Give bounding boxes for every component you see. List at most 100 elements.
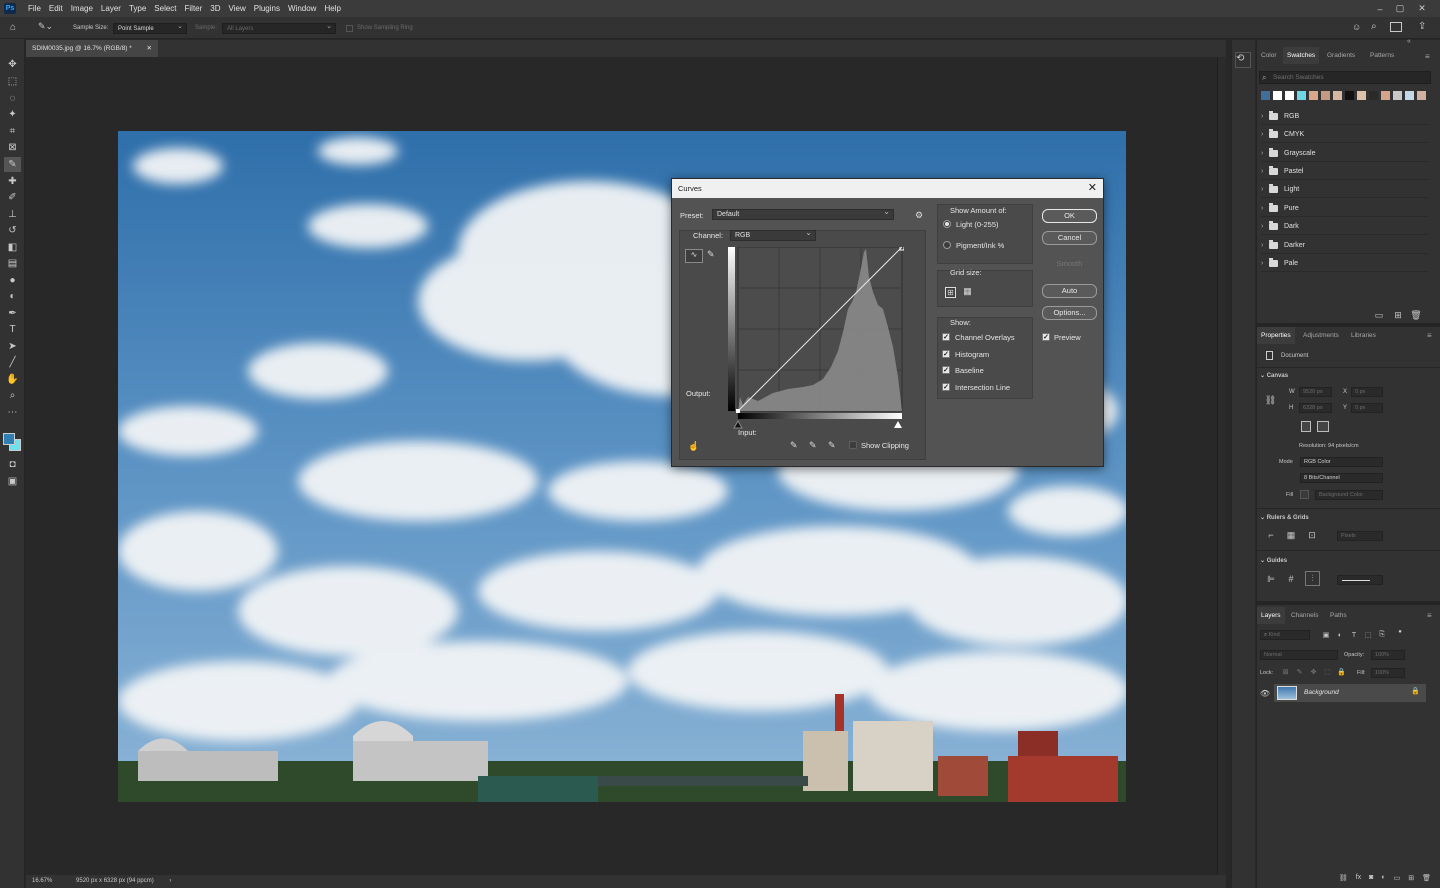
swatch-group-grayscale[interactable]: › Grayscale [1261,145,1429,162]
pen-tool-icon[interactable]: ✒ [4,306,21,321]
preset-gear-icon[interactable]: ⚙ [915,210,923,221]
simple-grid-icon[interactable]: ⊞ [945,287,956,298]
landscape-orientation-icon[interactable] [1317,421,1329,432]
menu-plugins[interactable]: Plugins [250,4,284,13]
ruler-units-select[interactable]: Pixels [1337,531,1383,541]
menu-layer[interactable]: Layer [97,4,125,13]
cancel-button[interactable]: Cancel [1042,231,1097,245]
bit-depth-select[interactable]: 8 Bits/Channel [1300,473,1383,483]
fill-select[interactable]: Background Color [1315,490,1383,500]
recent-swatch[interactable] [1417,91,1426,100]
canvas-section-title[interactable]: ⌄ Canvas [1260,372,1288,379]
menu-help[interactable]: Help [320,4,344,13]
path-selection-tool-icon[interactable]: ➤ [4,339,21,354]
tab-swatches[interactable]: Swatches [1283,47,1320,64]
tab-patterns[interactable]: Patterns [1366,47,1398,64]
layer-row-background[interactable]: Background 🔒 [1274,684,1426,702]
filter-shape-icon[interactable]: ⬚ [1363,630,1373,640]
swatch-group-cmyk[interactable]: › CMYK [1261,126,1429,143]
minimize-icon[interactable]: – [1370,0,1390,17]
filter-type-icon[interactable]: T [1349,630,1359,640]
x-field[interactable]: 0 px [1351,387,1383,397]
dialog-close-icon[interactable]: ✕ [1088,181,1097,194]
recent-swatch[interactable] [1261,91,1270,100]
preset-select[interactable]: Default [712,207,894,220]
new-adjustment-layer-icon[interactable]: ◐ [1381,874,1385,888]
new-group-icon[interactable]: ▭ [1394,874,1401,888]
blend-mode-select[interactable]: Normal [1260,650,1338,660]
swatch-group-pure[interactable]: › Pure [1261,200,1429,217]
delete-layer-icon[interactable]: 🗑 [1422,874,1431,888]
light-radio[interactable] [943,220,951,228]
auto-button[interactable]: Auto [1042,284,1097,298]
filter-toggle-icon[interactable]: ● [1396,628,1404,636]
options-button[interactable]: Options... [1042,306,1097,320]
history-brush-tool-icon[interactable]: ↺ [4,223,21,238]
tab-gradients[interactable]: Gradients [1323,47,1359,64]
share-icon[interactable]: ⇪ [1418,21,1430,33]
eyedropper-tool-icon[interactable]: ✎ [4,157,21,172]
lock-all-icon[interactable]: 🔒 [1337,667,1346,676]
zoom-level[interactable]: 16.67% [32,878,52,884]
recent-swatch[interactable] [1393,91,1402,100]
close-icon[interactable]: ✕ [1412,0,1432,17]
recent-swatch[interactable] [1405,91,1414,100]
recent-swatch[interactable] [1273,91,1282,100]
lock-image-icon[interactable]: ✎ [1295,667,1304,676]
height-field[interactable]: 6328 px [1299,403,1332,413]
filter-pixel-icon[interactable]: ▣ [1321,630,1331,640]
filter-adjustment-icon[interactable]: ◐ [1335,630,1345,640]
lock-position-icon[interactable]: ✥ [1309,667,1318,676]
guide-style-select[interactable] [1337,575,1383,585]
show-sampling-ring-checkbox[interactable] [346,25,353,32]
zoom-tool-icon[interactable]: ⌕ [4,388,21,403]
more-tools-icon[interactable]: ⋯ [4,405,21,420]
curve-point-mode-icon[interactable]: ∿ [685,249,703,263]
hand-tool-icon[interactable]: ✋ [4,372,21,387]
new-swatch-icon[interactable]: ⊞ [1393,310,1403,320]
pigment-radio[interactable] [943,241,951,249]
link-icon[interactable]: ⛓ [1265,395,1276,405]
guides-section-title[interactable]: ⌄ Guides [1260,557,1287,564]
ok-button[interactable]: OK [1042,209,1097,223]
recent-swatch[interactable] [1321,91,1330,100]
menu-filter[interactable]: Filter [181,4,207,13]
status-chevron-icon[interactable]: › [169,878,171,884]
eraser-tool-icon[interactable]: ◧ [4,240,21,255]
panel-menu-icon[interactable]: ≡ [1427,331,1432,340]
visibility-eye-icon[interactable]: 👁 [1259,688,1271,698]
tab-properties[interactable]: Properties [1257,327,1295,344]
clone-stamp-tool-icon[interactable]: ⊥ [4,207,21,222]
delete-swatch-icon[interactable]: 🗑 [1410,310,1421,320]
magic-wand-tool-icon[interactable]: ✦ [4,107,21,122]
new-layer-icon[interactable]: ⊞ [1408,874,1414,888]
line-tool-icon[interactable]: ╱ [4,355,21,370]
swatch-group-pastel[interactable]: › Pastel [1261,163,1429,180]
vertical-scrollbar[interactable] [1217,57,1226,875]
eyedropper-tool-preset-icon[interactable]: ✎⌄ [38,21,60,34]
link-layers-icon[interactable]: ⛓ [1339,874,1348,888]
intersection-line-checkbox[interactable]: ✓ [942,383,950,391]
opacity-field[interactable]: 100% [1371,650,1405,660]
pixel-grid-icon[interactable]: ⊡ [1306,529,1318,541]
grid-icon[interactable]: ▦ [1285,529,1297,541]
search-icon[interactable]: ⌕ [1371,21,1383,33]
tab-layers[interactable]: Layers [1257,607,1285,624]
layer-lock-icon[interactable]: 🔒 [1411,687,1420,695]
gradient-tool-icon[interactable]: ▤ [4,256,21,271]
baseline-checkbox[interactable]: ✓ [942,366,950,374]
lock-transparent-icon[interactable]: ⊠ [1281,667,1290,676]
add-mask-icon[interactable]: ◙ [1369,874,1373,888]
document-tab[interactable]: SDIM0035.jpg @ 16.7% (RGB/8) * ✕ [26,40,158,57]
tab-color[interactable]: Color [1257,47,1281,64]
panel-menu-icon[interactable]: ≡ [1427,611,1432,620]
type-tool-icon[interactable]: T [4,322,21,337]
tab-libraries[interactable]: Libraries [1347,327,1380,344]
collapse-panels-icon[interactable]: « [1407,38,1411,45]
menu-edit[interactable]: Edit [45,4,67,13]
healing-brush-tool-icon[interactable]: ✚ [4,174,21,189]
frame-tool-icon[interactable]: ⊠ [4,140,21,155]
swatch-search-input[interactable]: ⌕ Search Swatches [1259,71,1431,84]
tab-channels[interactable]: Channels [1287,607,1322,624]
menu-type[interactable]: Type [125,4,150,13]
